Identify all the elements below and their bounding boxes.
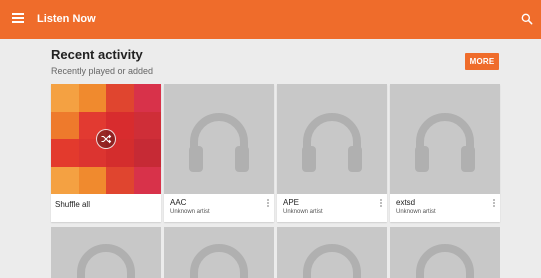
card-artist: Unknown artist [396, 209, 436, 215]
shuffle-mosaic-art [51, 84, 161, 194]
music-app: Listen Now Recent activity Recently play… [0, 0, 541, 278]
section-subtitle: Recently played or added [51, 66, 154, 76]
page-title: Listen Now [37, 13, 96, 25]
mosaic-tile [133, 166, 161, 194]
card-meta: AAC Unknown artist [164, 194, 274, 222]
more-options-icon[interactable] [379, 199, 383, 208]
card-meta: Shuffle all [51, 194, 161, 222]
album-card-aac[interactable]: AAC Unknown artist [164, 84, 274, 222]
mosaic-tile [133, 139, 161, 167]
card-artist: Unknown artist [283, 209, 323, 215]
mosaic-tile [78, 166, 106, 194]
mosaic-tile [106, 84, 134, 112]
album-card-partial[interactable] [277, 227, 387, 278]
headphones-icon [415, 113, 475, 172]
card-artist: Unknown artist [170, 209, 210, 215]
section-title: Recent activity [51, 47, 143, 62]
mosaic-tile [51, 139, 79, 167]
card-title: APE [283, 198, 300, 207]
mosaic-tile [133, 111, 161, 139]
app-bar: Listen Now [0, 0, 541, 39]
album-card-partial[interactable] [164, 227, 274, 278]
mosaic-tile [133, 84, 161, 112]
album-card-partial[interactable] [390, 227, 500, 278]
card-title: Shuffle all [55, 200, 90, 209]
mosaic-tile [78, 84, 106, 112]
shuffle-all-card[interactable]: Shuffle all [51, 84, 161, 222]
shuffle-icon [101, 134, 112, 144]
album-card-ape[interactable]: APE Unknown artist [277, 84, 387, 222]
album-art [277, 84, 387, 194]
mosaic-tile [51, 166, 79, 194]
headphones-icon [303, 244, 361, 278]
album-art [390, 84, 500, 194]
shuffle-button[interactable] [96, 129, 116, 149]
headphones-icon [302, 113, 362, 172]
album-art [164, 84, 274, 194]
headphones-icon [77, 244, 135, 278]
menu-icon[interactable] [12, 13, 24, 25]
headphones-icon [416, 244, 474, 278]
mosaic-tile [51, 84, 79, 112]
more-button[interactable]: MORE [465, 53, 499, 70]
card-meta: APE Unknown artist [277, 194, 387, 222]
mosaic-tile [106, 166, 134, 194]
more-options-icon[interactable] [266, 199, 270, 208]
headphones-icon [190, 244, 248, 278]
card-title: AAC [170, 198, 187, 207]
card-title: extsd [396, 198, 416, 207]
album-card-partial[interactable] [51, 227, 161, 278]
card-meta: extsd Unknown artist [390, 194, 500, 222]
headphones-icon [189, 113, 249, 172]
search-icon[interactable] [520, 12, 534, 26]
mosaic-tile [51, 111, 79, 139]
album-card-extsd[interactable]: extsd Unknown artist [390, 84, 500, 222]
more-options-icon[interactable] [492, 199, 496, 208]
